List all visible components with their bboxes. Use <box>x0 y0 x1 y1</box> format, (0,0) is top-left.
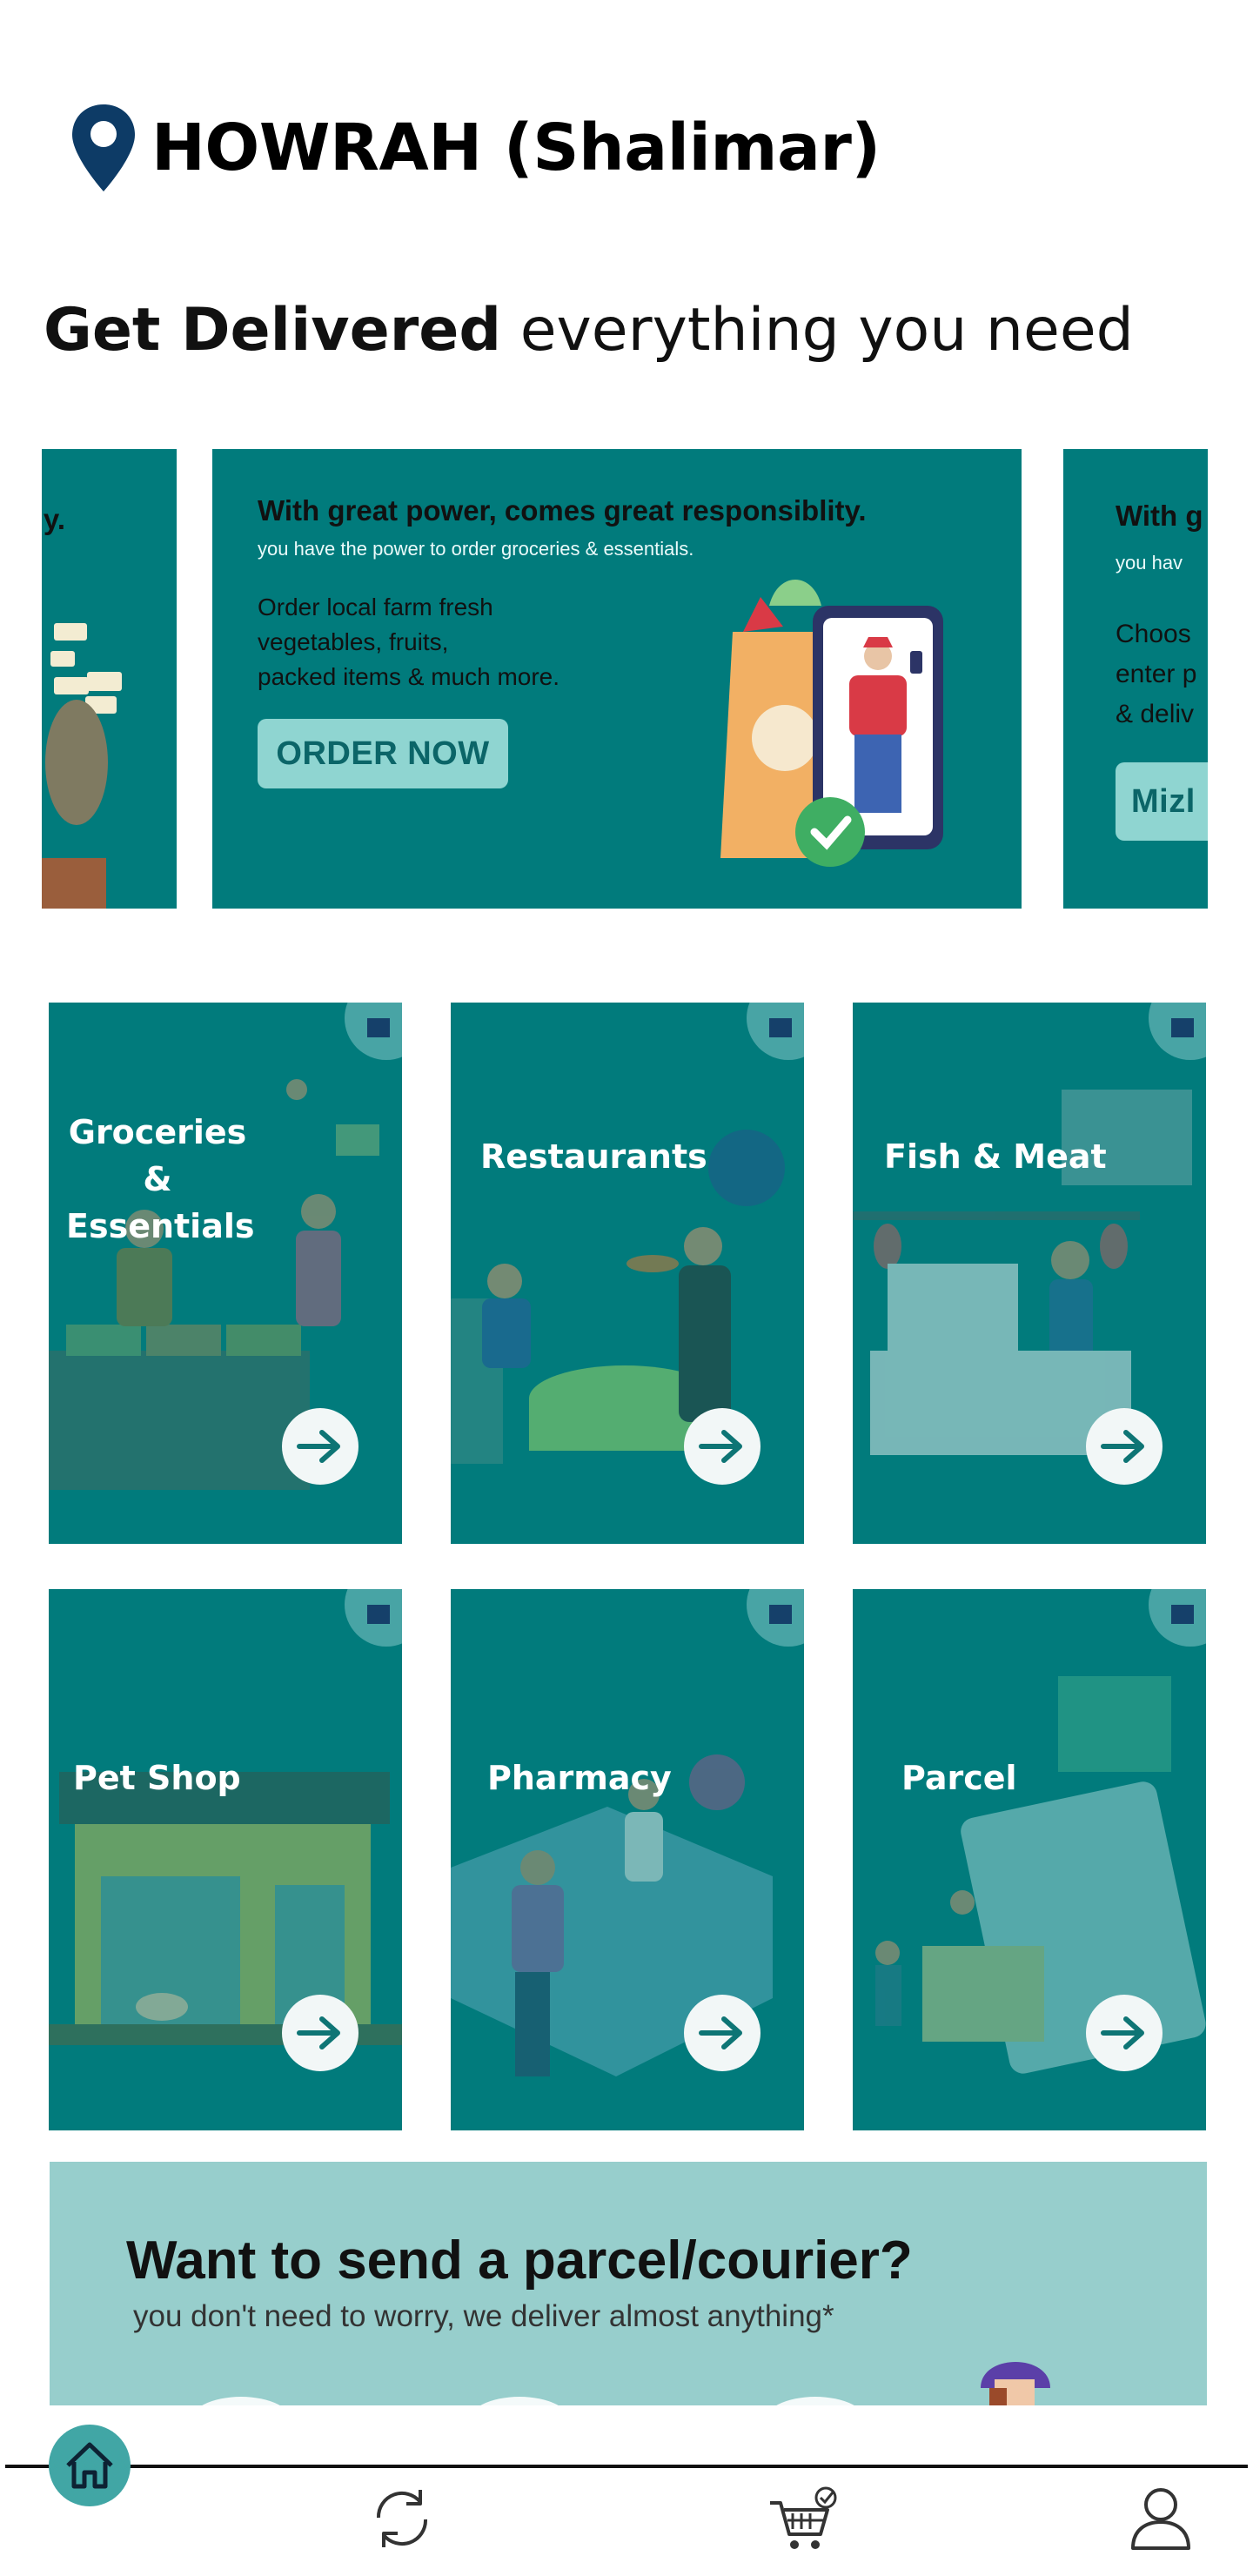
category-label-line: Parcel <box>901 1759 1017 1797</box>
slide-body-line: & deliv <box>1116 700 1195 728</box>
nav-reorder-button[interactable] <box>364 2480 440 2557</box>
category-label: Pharmacy <box>487 1754 672 1801</box>
arrow-right-icon[interactable] <box>282 1408 358 1485</box>
category-label-line: Essentials <box>66 1207 255 1245</box>
slide-body-line: enter p <box>1116 660 1197 688</box>
category-card-groceries[interactable]: Groceries & Essentials <box>49 1003 402 1544</box>
location-header[interactable]: HOWRAH (Shalimar) <box>70 103 881 193</box>
promo-slide-next[interactable]: With g you hav Choos enter p & deliv Miz… <box>1063 449 1208 909</box>
badge-flag-icon <box>1171 1018 1194 1037</box>
banner-circle-decoration <box>189 2397 293 2405</box>
category-label-line: Fish & Meat <box>884 1137 1107 1176</box>
slide-cta-button[interactable]: Mizl <box>1116 762 1208 841</box>
page-headline: Get Delivered everything you need <box>44 296 1134 365</box>
banner-circle-decoration <box>763 2397 868 2405</box>
nav-cart-button[interactable] <box>766 2480 842 2557</box>
slide-body-line: Order local farm fresh <box>258 594 493 621</box>
arrow-right-icon[interactable] <box>1086 1408 1163 1485</box>
arrow-right-icon[interactable] <box>684 1408 761 1485</box>
category-card-fish-meat[interactable]: Fish & Meat <box>853 1003 1206 1544</box>
home-icon <box>66 2442 113 2489</box>
parcel-banner-title: Want to send a parcel/courier? <box>126 2231 913 2291</box>
bottom-nav-divider <box>5 2465 1248 2468</box>
parcel-banner[interactable]: Want to send a parcel/courier? you don't… <box>50 2162 1207 2405</box>
category-label: Pet Shop <box>73 1754 241 1801</box>
slide-body-line: Choos <box>1116 620 1191 648</box>
arrow-right-icon[interactable] <box>684 1995 761 2071</box>
category-card-pet-shop[interactable]: Pet Shop <box>49 1589 402 2130</box>
badge-flag-icon <box>769 1018 792 1037</box>
arrow-right-icon[interactable] <box>1086 1995 1163 2071</box>
banner-circle-decoration <box>467 2397 572 2405</box>
category-card-parcel[interactable]: Parcel <box>853 1589 1206 2130</box>
slide-body-line: vegetables, fruits, <box>258 628 449 655</box>
category-label-line: Restaurants <box>480 1137 707 1176</box>
category-label-line: Pet Shop <box>73 1759 241 1797</box>
location-name: HOWRAH (Shalimar) <box>151 111 881 185</box>
slide-body-line: packed items & much more. <box>258 663 560 690</box>
plant-illustration <box>42 623 122 909</box>
category-label: Restaurants <box>480 1133 707 1180</box>
category-label-line: Groceries & <box>68 1113 247 1198</box>
order-now-button[interactable]: ORDER NOW <box>258 719 508 788</box>
promo-carousel[interactable]: y. With great power, comes great respons… <box>42 449 1208 909</box>
parcel-banner-subtitle: you don't need to worry, we deliver almo… <box>133 2299 834 2333</box>
cart-check-icon <box>770 2486 837 2549</box>
headline-bold: Get Delivered <box>44 296 502 365</box>
slide-subtitle: you have the power to order groceries & … <box>258 538 694 560</box>
badge-flag-icon <box>1171 1605 1194 1624</box>
category-label: Parcel <box>901 1754 1017 1801</box>
user-icon <box>1131 2488 1190 2550</box>
slide-subtitle: you hav <box>1116 552 1183 574</box>
nav-home-button[interactable] <box>49 2425 131 2506</box>
headline-regular: everything you need <box>519 296 1134 365</box>
category-label-line: Pharmacy <box>487 1759 672 1797</box>
refresh-icon <box>376 2490 428 2547</box>
category-card-pharmacy[interactable]: Pharmacy <box>451 1589 804 2130</box>
promo-slide-main[interactable]: With great power, comes great responsibl… <box>212 449 1022 909</box>
category-card-restaurants[interactable]: Restaurants <box>451 1003 804 1544</box>
arrow-right-icon[interactable] <box>282 1995 358 2071</box>
category-label: Groceries & Essentials <box>66 1109 255 1250</box>
map-pin-icon <box>72 104 135 191</box>
promo-slide-prev[interactable]: y. <box>42 449 177 909</box>
badge-flag-icon <box>769 1605 792 1624</box>
category-label: Fish & Meat <box>884 1133 1107 1180</box>
slide-body: Choos enter p & deliv <box>1116 614 1208 735</box>
delivery-phone-illustration <box>720 580 943 867</box>
slide-title: With great power, comes great responsibl… <box>258 494 867 527</box>
slide-body: Order local farm fresh vegetables, fruit… <box>258 590 667 694</box>
nav-profile-button[interactable] <box>1122 2480 1199 2557</box>
courier-person-icon <box>981 2362 1050 2405</box>
slide-title: With g <box>1116 500 1203 532</box>
badge-flag-icon <box>367 1018 390 1037</box>
badge-flag-icon <box>367 1605 390 1624</box>
